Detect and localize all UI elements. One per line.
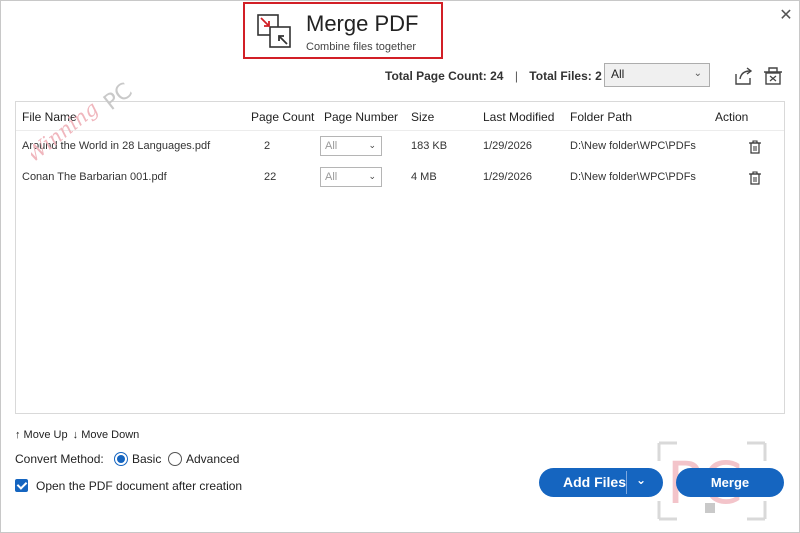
merge-pdf-window: ✕ Merge PDF Combine files together Total… (0, 0, 800, 533)
cell-last-modified: 1/29/2026 (483, 171, 532, 183)
cell-file-name: Around the World in 28 Languages.pdf (22, 140, 211, 152)
column-header-folder-path[interactable]: Folder Path (570, 110, 632, 124)
total-files-value: 2 (595, 69, 602, 83)
button-divider (626, 471, 627, 494)
delete-icon[interactable] (749, 171, 761, 185)
chevron-down-icon: ⌄ (368, 171, 376, 181)
open-after-label: Open the PDF document after creation (36, 479, 243, 493)
chevron-down-icon: ⌄ (368, 140, 376, 150)
page-number-value: All (325, 171, 338, 183)
column-header-file-name[interactable]: File Name (22, 110, 77, 124)
total-page-count-value: 24 (490, 69, 504, 83)
add-files-label: Add Files (563, 474, 627, 490)
cell-size: 183 KB (411, 140, 448, 152)
checkbox-indicator (15, 479, 28, 492)
file-table: File Name Page Count Page Number Size La… (15, 101, 785, 414)
column-header-last-modified[interactable]: Last Modified (483, 110, 554, 124)
summary-separator: | (514, 69, 518, 83)
page-number-value: All (325, 140, 338, 152)
cell-page-count: 22 (264, 171, 277, 183)
move-controls: ↑ Move Up ↓ Move Down (15, 429, 139, 441)
filter-selected-value: All (611, 67, 625, 81)
merge-button[interactable]: Merge (676, 468, 784, 497)
basic-label: Basic (132, 452, 162, 466)
summary-bar: Total Page Count: 24 | Total Files: 2 (385, 69, 602, 83)
page-number-dropdown[interactable]: All ⌄ (320, 136, 382, 156)
convert-method-group: Convert Method: Basic Advanced (15, 452, 239, 466)
filter-dropdown[interactable]: All ⌄ (604, 63, 710, 87)
radio-indicator (168, 452, 182, 466)
cell-last-modified: 1/29/2026 (483, 140, 532, 152)
app-header: Merge PDF Combine files together (243, 2, 443, 59)
cell-size: 4 MB (411, 171, 437, 183)
cell-folder-path: D:\New folder\WPC\PDFs (570, 171, 696, 183)
page-title: Merge PDF (306, 11, 419, 36)
advanced-radio[interactable]: Advanced (168, 452, 239, 466)
chevron-down-icon[interactable]: ⌄ (636, 473, 646, 487)
cell-file-name: Conan The Barbarian 001.pdf (22, 171, 167, 183)
close-button[interactable]: ✕ (777, 7, 795, 25)
move-down-button[interactable]: ↓ Move Down (73, 429, 140, 441)
advanced-label: Advanced (186, 452, 240, 466)
page-number-dropdown[interactable]: All ⌄ (320, 167, 382, 187)
column-header-page-count[interactable]: Page Count (251, 110, 314, 124)
clear-all-icon[interactable] (762, 65, 784, 87)
open-after-creation-checkbox[interactable]: Open the PDF document after creation (15, 479, 242, 493)
merge-pdf-icon (257, 14, 291, 48)
move-up-button[interactable]: ↑ Move Up (15, 429, 68, 441)
cell-page-count: 2 (264, 140, 271, 152)
column-header-size[interactable]: Size (411, 110, 434, 124)
chevron-down-icon: ⌄ (693, 68, 702, 79)
add-files-button[interactable]: Add Files ⌄ (539, 468, 663, 497)
total-page-count-label: Total Page Count: (385, 69, 487, 83)
delete-icon[interactable] (749, 140, 761, 154)
page-subtitle: Combine files together (306, 41, 417, 53)
header-divider (16, 130, 784, 131)
cell-folder-path: D:\New folder\WPC\PDFs (570, 140, 696, 152)
radio-indicator (114, 452, 128, 466)
table-row[interactable]: Around the World in 28 Languages.pdf 2 A… (16, 132, 784, 162)
convert-method-label: Convert Method: (15, 452, 104, 466)
share-icon[interactable] (733, 65, 755, 87)
column-header-page-number[interactable]: Page Number (324, 110, 398, 124)
column-header-action: Action (715, 110, 749, 124)
total-files-label: Total Files: (529, 69, 592, 83)
basic-radio[interactable]: Basic (114, 452, 161, 466)
table-row[interactable]: Conan The Barbarian 001.pdf 22 All ⌄ 4 M… (16, 163, 784, 193)
